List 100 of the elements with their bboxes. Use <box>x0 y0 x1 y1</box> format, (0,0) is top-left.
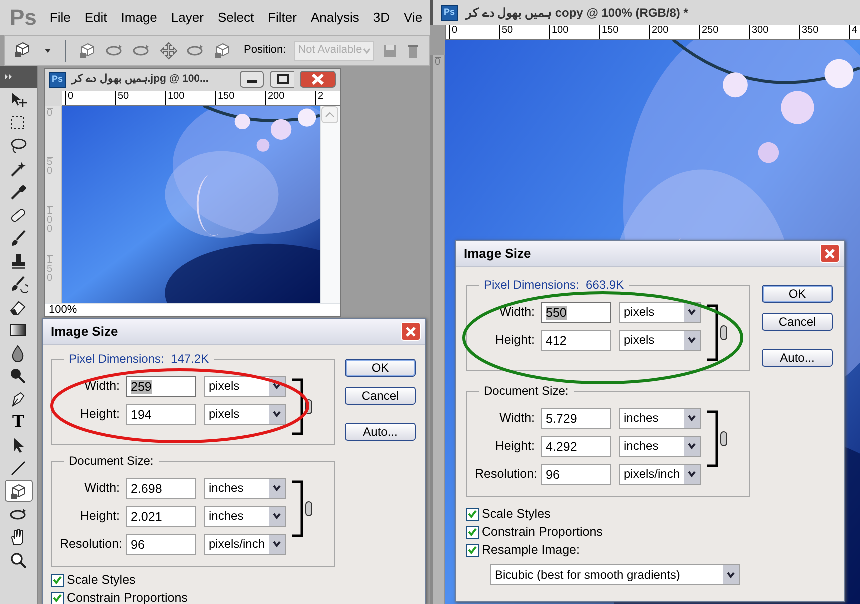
field-label: Resolution: <box>475 466 538 481</box>
menu-item[interactable]: 3D <box>366 8 398 28</box>
checkbox-label[interactable]: Scale Styles <box>482 504 551 524</box>
section-label: Document Size: <box>479 384 574 398</box>
input-field[interactable]: 2.698 <box>126 478 196 498</box>
lollipop-icon[interactable] <box>9 366 28 386</box>
section-label: Pixel Dimensions: 663.9K <box>479 278 630 292</box>
close-icon[interactable] <box>300 71 336 89</box>
caret-icon[interactable] <box>272 483 282 493</box>
section-label: Pixel Dimensions: 147.2K <box>64 352 214 366</box>
app-icon: Ps <box>49 72 66 88</box>
menu-item[interactable]: Analysis <box>304 8 366 28</box>
field-label: Width: <box>84 480 120 495</box>
line-icon[interactable] <box>9 458 28 478</box>
tool-button[interactable]: T <box>4 411 32 433</box>
dialog-button[interactable]: OK <box>762 285 833 303</box>
field-label: Height: <box>495 332 535 347</box>
caret-icon[interactable] <box>687 413 697 423</box>
minimize-icon[interactable] <box>240 71 264 89</box>
caret-icon[interactable] <box>687 469 697 479</box>
close-icon <box>824 248 836 260</box>
lasso-icon[interactable] <box>9 136 28 156</box>
unit-dropdown[interactable]: inches <box>619 436 701 456</box>
zoom-level: 100% <box>49 302 78 318</box>
field-label: Height: <box>80 406 120 421</box>
caret-icon[interactable] <box>687 335 697 345</box>
history-brush-icon[interactable] <box>9 274 28 294</box>
checkbox-label[interactable]: Constrain Proportions <box>482 522 603 542</box>
app-icon: Ps <box>441 4 458 20</box>
menu-item[interactable]: Select <box>210 8 262 28</box>
input-field[interactable]: 4.292 <box>541 436 611 456</box>
checkbox[interactable] <box>466 508 479 520</box>
caret-icon[interactable] <box>272 381 282 391</box>
field-label: Height: <box>80 508 120 523</box>
resample-dropdown[interactable]: Bicubic (best for smooth gradients) <box>490 564 740 585</box>
close-icon <box>405 326 417 338</box>
stamp-icon[interactable] <box>9 252 28 270</box>
checkbox[interactable] <box>466 544 479 556</box>
menu-item[interactable]: File <box>42 8 78 28</box>
unit-dropdown[interactable]: pixels/inch <box>204 534 286 554</box>
checkbox-label[interactable]: Resample Image: <box>482 540 580 560</box>
unit-dropdown[interactable]: pixels/inch <box>619 464 701 484</box>
input-field[interactable]: 2.021 <box>126 506 196 526</box>
field-label: Width: <box>500 410 535 425</box>
field-label: Width: <box>500 304 535 319</box>
caret-icon[interactable] <box>687 441 697 451</box>
eyedropper-icon[interactable] <box>9 182 28 202</box>
menu-item[interactable]: Edit <box>78 8 114 28</box>
close-button[interactable] <box>820 244 840 263</box>
unit-dropdown[interactable]: inches <box>204 506 286 526</box>
checkbox[interactable] <box>51 574 64 586</box>
dialog-button[interactable]: Auto... <box>345 423 416 441</box>
search-icon[interactable] <box>9 550 28 570</box>
input-field[interactable]: 259 <box>126 376 196 396</box>
box-icon[interactable] <box>78 41 97 60</box>
menu-item[interactable]: Filter <box>261 8 304 28</box>
menu-item[interactable]: Layer <box>164 8 211 28</box>
input-field[interactable]: 96 <box>126 534 196 554</box>
field-label: Width: <box>84 378 120 393</box>
menu-item[interactable]: Image <box>114 8 164 28</box>
unit-dropdown[interactable]: inches <box>619 408 701 428</box>
input-field[interactable]: 96 <box>541 464 611 484</box>
dialog-button[interactable]: Auto... <box>762 349 833 367</box>
maximize-icon[interactable] <box>270 71 294 89</box>
ruler-number: 0 <box>47 108 53 118</box>
close-button[interactable] <box>401 322 421 341</box>
input-field[interactable]: 412 <box>541 330 611 350</box>
unit-dropdown[interactable]: inches <box>204 478 286 498</box>
cube-icon[interactable] <box>9 482 28 500</box>
position-label: Position: <box>244 43 286 58</box>
checkbox-label[interactable]: Scale Styles <box>67 570 136 590</box>
pan-icon[interactable] <box>159 41 178 60</box>
trash-icon[interactable] <box>406 42 420 58</box>
caret-icon[interactable] <box>272 409 282 419</box>
field-label: Height: <box>495 438 535 453</box>
caret-icon[interactable] <box>687 307 697 317</box>
checkbox[interactable] <box>51 592 64 604</box>
brush-icon[interactable] <box>9 228 28 248</box>
dialog-button[interactable]: Cancel <box>762 313 833 331</box>
input-field[interactable]: 194 <box>126 404 196 424</box>
move-arrow-icon[interactable] <box>9 90 28 110</box>
unit-dropdown[interactable]: pixels <box>619 302 701 322</box>
section-label: Document Size: <box>64 454 159 468</box>
checkbox-label[interactable]: Constrain Proportions <box>67 588 188 604</box>
dialog-button[interactable]: OK <box>345 359 416 377</box>
caret-icon[interactable] <box>272 539 282 549</box>
magic-wand-icon[interactable] <box>9 160 28 178</box>
unit-dropdown[interactable]: pixels <box>204 376 286 396</box>
unit-dropdown[interactable]: pixels <box>619 330 701 350</box>
input-field[interactable]: 5.729 <box>541 408 611 428</box>
expand-icon[interactable] <box>4 73 14 81</box>
ruler-number: 150 <box>47 255 53 283</box>
caret-icon[interactable] <box>726 570 736 580</box>
caret-icon[interactable] <box>272 511 282 521</box>
unit-dropdown[interactable]: pixels <box>204 404 286 424</box>
dialog-button[interactable]: Cancel <box>345 387 416 405</box>
menu-item[interactable]: Vie <box>397 8 430 28</box>
checkbox[interactable] <box>466 526 479 538</box>
input-field[interactable]: 550 <box>541 302 611 322</box>
tool-button[interactable] <box>4 480 32 502</box>
